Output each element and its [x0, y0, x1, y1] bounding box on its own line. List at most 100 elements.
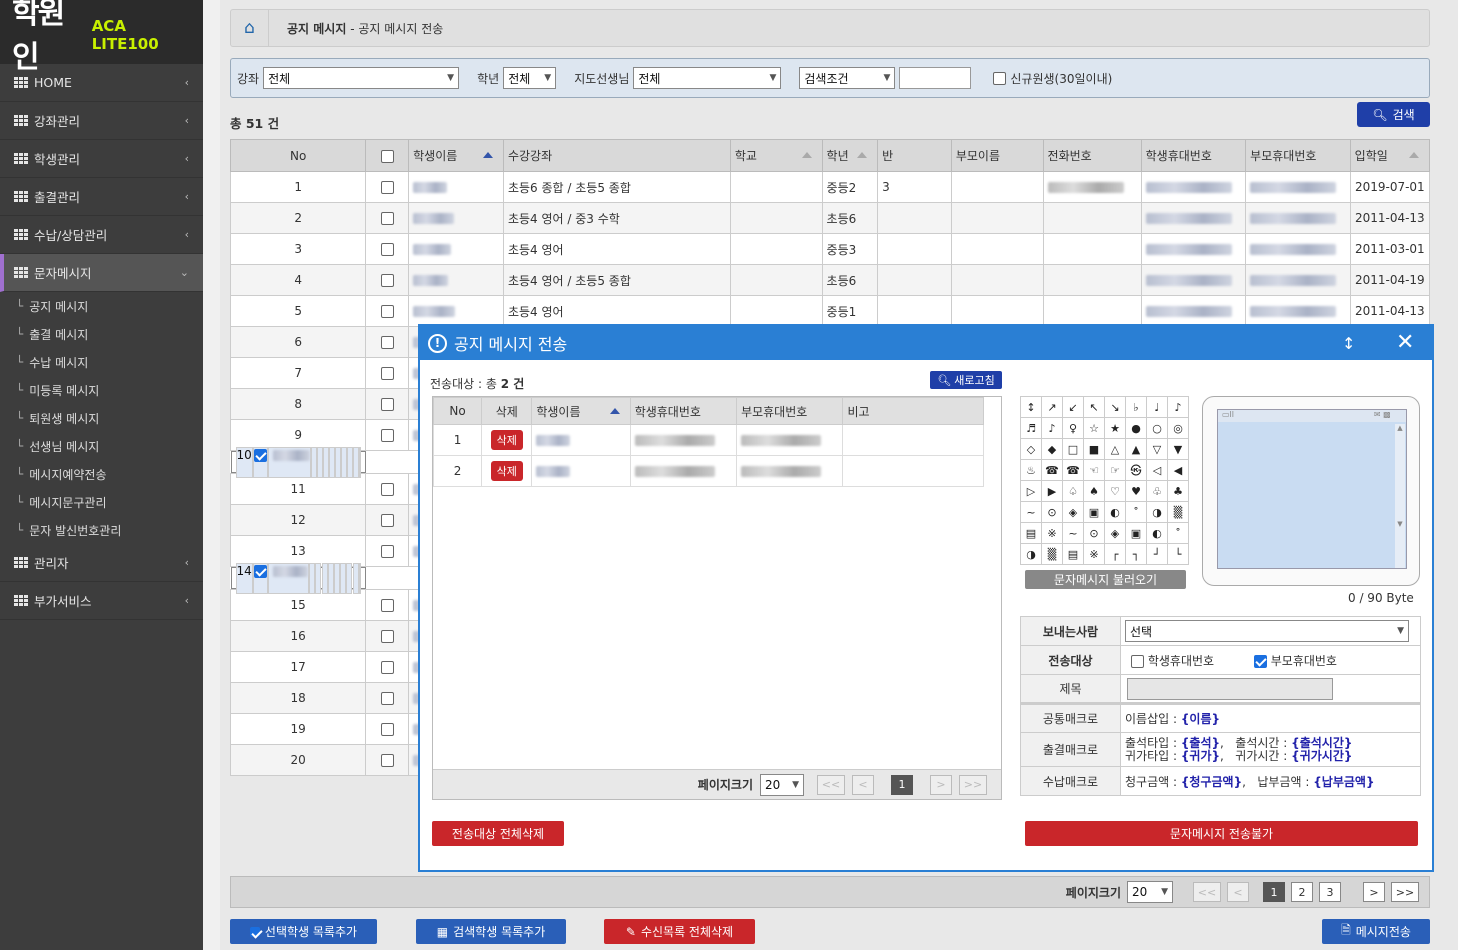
symbol-cell[interactable]: ♨ [1020, 459, 1042, 481]
symbol-cell[interactable]: ◑ [1146, 501, 1168, 523]
macro-attend-time[interactable]: {출석시간} [1291, 736, 1352, 750]
clear-recipients-button[interactable]: ✎ 수신목록 전체삭제 [604, 919, 755, 944]
macro-attend[interactable]: {출석} [1181, 736, 1220, 750]
symbol-cell[interactable]: ▣ [1083, 501, 1105, 523]
sidebar-item-1[interactable]: 강좌관리 ‹ [0, 102, 203, 140]
symbol-cell[interactable]: ♡ [1104, 480, 1126, 502]
column-header-4[interactable]: 학교 [729, 139, 823, 172]
table-row[interactable]: 2 초등4 영어 / 중3 수학 초등6 2011-04-13 [229, 202, 1431, 234]
symbol-cell[interactable]: ┌ [1104, 543, 1126, 565]
symbol-cell[interactable]: ♪ [1041, 417, 1063, 439]
grade-select[interactable]: 전체 ▼ [503, 67, 557, 89]
row-checkbox[interactable] [380, 630, 394, 643]
table-row[interactable]: 5 초등4 영어 중등1 2011-04-13 [229, 295, 1431, 327]
row-checkbox[interactable] [380, 181, 394, 194]
subject-input[interactable] [1127, 677, 1333, 700]
first-page-button[interactable]: << [817, 774, 845, 795]
teacher-select[interactable]: 전체 ▼ [633, 67, 782, 89]
prev-page-button[interactable]: < [852, 774, 874, 795]
symbol-cell[interactable]: ○ [1146, 417, 1168, 439]
row-checkbox[interactable] [380, 661, 394, 674]
submenu-item-3[interactable]: └ 미등록 메시지 [0, 376, 203, 404]
sidebar-item-3[interactable]: 출결관리 ‹ [0, 178, 203, 216]
symbol-cell[interactable]: ◐ [1104, 501, 1126, 523]
symbol-cell[interactable]: ↙ [1062, 396, 1084, 418]
target-student-checkbox[interactable] [1131, 654, 1144, 668]
symbol-cell[interactable]: ● [1125, 417, 1147, 439]
symbol-cell[interactable]: ◆ [1041, 438, 1063, 460]
sidebar-item-5[interactable]: 문자메시지 ⌄ [0, 254, 203, 292]
sidebar-bottom-item-1[interactable]: 부가서비스 ‹ [0, 582, 203, 620]
message-textarea[interactable]: ▭ll ✉ ▩ ▲ ▼ [1217, 409, 1407, 569]
resize-icon[interactable]: ↕ [1342, 334, 1355, 353]
submenu-item-2[interactable]: └ 수납 메시지 [0, 348, 203, 376]
symbol-cell[interactable]: ◈ [1062, 501, 1084, 523]
symbol-cell[interactable]: ▤ [1062, 543, 1084, 565]
search-input[interactable] [899, 67, 972, 89]
delete-button[interactable]: 삭제 [490, 430, 523, 450]
symbol-cell[interactable]: ☎ [1041, 459, 1063, 481]
recipient-row[interactable]: 1 삭제 [432, 424, 984, 456]
symbol-cell[interactable]: ▶ [1041, 480, 1063, 502]
symbol-cell[interactable]: ▒ [1041, 543, 1063, 565]
symbol-cell[interactable]: ☞ [1104, 459, 1126, 481]
symbol-cell[interactable]: ↗ [1041, 396, 1063, 418]
symbol-cell[interactable]: ◇ [1020, 438, 1042, 460]
page-size-select[interactable]: 20 ▼ [760, 773, 804, 796]
column-header-2[interactable]: 학생이름 [408, 139, 504, 172]
row-checkbox[interactable] [380, 483, 394, 496]
symbol-cell[interactable]: ◀ [1167, 459, 1189, 481]
symbol-cell[interactable]: ♠ [1083, 480, 1105, 502]
clear-all-recipients-button[interactable]: 전송대상 전체삭제 [432, 821, 564, 846]
symbol-cell[interactable]: ㉿ [1125, 459, 1147, 481]
select-all-checkbox[interactable] [380, 149, 394, 163]
symbol-cell[interactable]: ˚ [1167, 522, 1189, 544]
symbol-cell[interactable]: ☎ [1062, 459, 1084, 481]
table-row[interactable]: 1 초등6 종합 / 초등5 종합 중등2 3 2019-07-01 [229, 171, 1431, 203]
course-select[interactable]: 전체 ▼ [263, 67, 460, 89]
table-row[interactable]: 4 초등4 영어 / 초등5 종합 초등6 2011-04-19 [229, 264, 1431, 296]
symbol-cell[interactable]: ↖ [1083, 396, 1105, 418]
sidebar-bottom-item-0[interactable]: 관리자 ‹ [0, 544, 203, 582]
row-checkbox[interactable] [380, 754, 394, 767]
symbol-cell[interactable]: ☜ [1083, 459, 1105, 481]
symbol-cell[interactable]: ▼ [1167, 438, 1189, 460]
symbol-cell[interactable]: ♭ [1125, 396, 1147, 418]
next-page-button[interactable]: > [930, 774, 952, 795]
search-condition-select[interactable]: 검색조건 ▼ [799, 67, 896, 89]
submenu-item-5[interactable]: └ 선생님 메시지 [0, 432, 203, 460]
symbol-cell[interactable]: ▲ [1125, 438, 1147, 460]
column-header-5[interactable]: 학년 [821, 139, 879, 172]
submenu-item-0[interactable]: └ 공지 메시지 [0, 292, 203, 320]
first-page-button[interactable]: << [1193, 882, 1221, 902]
sidebar-item-4[interactable]: 수납/상담관리 ‹ [0, 216, 203, 254]
symbol-cell[interactable]: ◈ [1104, 522, 1126, 544]
symbol-cell[interactable]: ↕ [1020, 396, 1042, 418]
page-button[interactable]: 3 [1319, 882, 1341, 902]
search-button[interactable]: 🔍︎ 검색 [1357, 102, 1430, 127]
recipient-column-header-2[interactable]: 학생이름 [531, 397, 631, 425]
add-selected-button[interactable]: 선택학생 목록추가 [230, 919, 377, 944]
delete-button[interactable]: 삭제 [490, 461, 523, 481]
send-message-button[interactable]: 🗎︎ 메시지전송 [1322, 919, 1430, 944]
symbol-cell[interactable]: ⊙ [1083, 522, 1105, 544]
recipient-row[interactable]: 2 삭제 [432, 455, 984, 487]
macro-return-time[interactable]: {귀가시간} [1291, 749, 1352, 763]
symbol-cell[interactable]: ♣ [1167, 480, 1189, 502]
symbol-cell[interactable]: ~ [1062, 522, 1084, 544]
row-checkbox[interactable] [380, 336, 394, 349]
symbol-cell[interactable]: ♪ [1167, 396, 1189, 418]
submenu-item-4[interactable]: └ 퇴원생 메시지 [0, 404, 203, 432]
symbol-cell[interactable]: ┐ [1125, 543, 1147, 565]
row-checkbox[interactable] [380, 274, 394, 287]
symbol-cell[interactable]: └ [1167, 543, 1189, 565]
symbol-cell[interactable]: ■ [1083, 438, 1105, 460]
symbol-cell[interactable]: ▣ [1125, 522, 1147, 544]
symbol-cell[interactable]: ⊙ [1041, 501, 1063, 523]
add-searched-button[interactable]: ▦ 검색학생 목록추가 [416, 919, 566, 944]
send-disabled-button[interactable]: 문자메시지 전송불가 [1025, 821, 1418, 846]
row-checkbox[interactable] [380, 398, 394, 411]
symbol-cell[interactable]: ▽ [1146, 438, 1168, 460]
row-checkbox[interactable] [380, 243, 394, 256]
row-checkbox[interactable] [380, 367, 394, 380]
